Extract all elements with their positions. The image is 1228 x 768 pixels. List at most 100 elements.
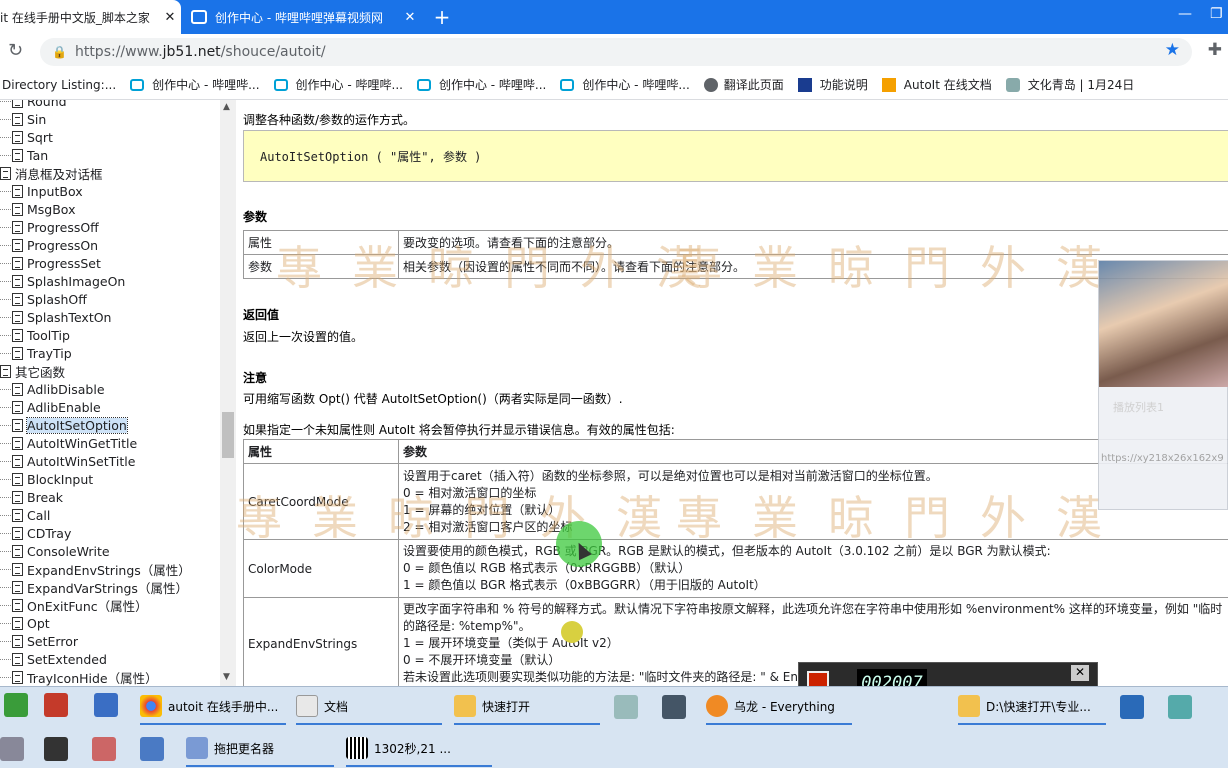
tree-item[interactable]: ProgressSet	[0, 254, 220, 272]
close-icon[interactable]: ✕	[399, 10, 421, 25]
app-icon[interactable]	[0, 737, 24, 761]
bilibili-icon	[273, 78, 288, 91]
search-icon	[706, 695, 728, 717]
tree-item[interactable]: AdlibEnable	[0, 398, 220, 416]
bookmark-qingdao[interactable]: 文化青岛 | 1月24日	[1005, 76, 1134, 93]
tree-item[interactable]: Tan	[0, 146, 220, 164]
app-icon[interactable]	[44, 693, 68, 717]
function-tree: Round Sin Sqrt Tan 消息框及对话框 InputBox MsgBox Prog…	[0, 100, 236, 686]
tree-item[interactable]: SplashOff	[0, 290, 220, 308]
taskbar-quick-open[interactable]: 快速打开	[454, 689, 600, 725]
bookmark-translate[interactable]: 翻译此页面	[703, 76, 784, 93]
video-thumbnail[interactable]	[1099, 261, 1228, 387]
maximize-icon[interactable]: ❐	[1210, 6, 1223, 22]
tree-item-label: InputBox	[27, 183, 83, 199]
tree-line	[0, 281, 11, 282]
tab-bilibili[interactable]: 创作中心 - 哔哩哔哩弹幕视频网 ✕	[183, 0, 421, 34]
document-icon	[12, 184, 23, 198]
recorder-close-button[interactable]: ✕	[1071, 665, 1089, 681]
tree-item-label: SplashImageOn	[27, 273, 126, 289]
taskbar-rename-tool[interactable]: 拖把更名器	[186, 731, 334, 767]
qingdao-icon	[1005, 77, 1020, 92]
app-icon[interactable]	[140, 737, 164, 761]
tree-item[interactable]: ConsoleWrite	[0, 542, 220, 560]
app-icon[interactable]	[1168, 695, 1192, 719]
7zip-icon[interactable]	[44, 737, 68, 761]
tree-item[interactable]: ToolTip	[0, 326, 220, 344]
document-icon	[12, 490, 23, 504]
taskbar-documents[interactable]: 文档	[296, 689, 442, 725]
bookmark-autoit-docs[interactable]: AutoIt 在线文档	[881, 76, 992, 93]
tree-item[interactable]: CDTray	[0, 524, 220, 542]
tree-line	[0, 227, 11, 228]
taskbar-chrome[interactable]: autoit 在线手册中...	[140, 689, 286, 725]
watermark: 專業晾門外漢	[236, 491, 692, 545]
scroll-up-icon[interactable]: ▲	[223, 102, 230, 112]
tree-line	[0, 677, 11, 678]
tree-item[interactable]: ProgressOff	[0, 218, 220, 236]
tree-item[interactable]: Break	[0, 488, 220, 506]
bookmark-directory-listing[interactable]: Directory Listing:...	[2, 78, 116, 92]
tree-line	[0, 245, 11, 246]
app-icon[interactable]	[1120, 695, 1144, 719]
tree-scrollbar[interactable]: ▲ ▼	[220, 100, 236, 686]
tree-item[interactable]: TrayIconHide（属性）	[0, 668, 220, 686]
app-icon[interactable]	[4, 693, 28, 717]
tree-folder[interactable]: 其它函数	[0, 362, 220, 380]
minimize-icon[interactable]: —	[1178, 6, 1192, 22]
floating-player-panel[interactable]: 播放列表1 https://xy218x26x162x9	[1098, 260, 1228, 510]
taskbar-everything[interactable]: 乌龙 - Everything	[706, 689, 852, 725]
tree-item-label: Tan	[27, 147, 49, 163]
tree-item[interactable]: InputBox	[0, 182, 220, 200]
tree-item[interactable]: ExpandVarStrings（属性）	[0, 578, 220, 596]
tree-item-label: ToolTip	[27, 327, 70, 343]
tree-item-label: AutoItSetOption	[26, 416, 128, 434]
bookmark-star-icon[interactable]: ★	[1165, 40, 1180, 60]
bookmark-bilibili-3[interactable]: 创作中心 - 哔哩哔...	[416, 76, 546, 93]
bookmark-bilibili-4[interactable]: 创作中心 - 哔哩哔...	[560, 76, 690, 93]
tree-item[interactable]: AutoItSetOption	[0, 416, 220, 434]
tree-item[interactable]: Sin	[0, 110, 220, 128]
tree-item[interactable]: AutoItWinGetTitle	[0, 434, 220, 452]
app-icon[interactable]	[92, 737, 116, 761]
scroll-thumb[interactable]	[222, 412, 234, 458]
tree-item[interactable]: ProgressOn	[0, 236, 220, 254]
search-app-icon[interactable]	[614, 695, 638, 719]
tree-item[interactable]: OnExitFunc（属性）	[0, 596, 220, 614]
address-bar[interactable]: 🔒 https://www.jb51.net/shouce/autoit/	[40, 38, 1192, 66]
tree-folder[interactable]: 消息框及对话框	[0, 164, 220, 182]
lock-icon[interactable]: 🔒	[52, 45, 67, 59]
extensions-icon[interactable]: ✚	[1208, 40, 1222, 60]
tree-item[interactable]: BlockInput	[0, 470, 220, 488]
bookmark-features[interactable]: 功能说明	[797, 76, 868, 93]
tree-item[interactable]: MsgBox	[0, 200, 220, 218]
tree-item[interactable]: Sqrt	[0, 128, 220, 146]
taskbar-timer[interactable]: 1302秒,21 ...	[346, 731, 492, 767]
tree-item[interactable]: AdlibDisable	[0, 380, 220, 398]
tree-item[interactable]: SetExtended	[0, 650, 220, 668]
reload-icon[interactable]: ↻	[8, 40, 23, 61]
taskbar-explorer-path[interactable]: D:\快速打开\专业...	[958, 689, 1106, 725]
option-name: ExpandEnvStrings	[243, 597, 399, 686]
tree-item[interactable]: Opt	[0, 614, 220, 632]
tree-item[interactable]: SetError	[0, 632, 220, 650]
close-icon[interactable]: ✕	[159, 10, 181, 25]
tree-item[interactable]: TrayTip	[0, 344, 220, 362]
tree-item[interactable]: SplashImageOn	[0, 272, 220, 290]
document-icon	[12, 652, 23, 666]
bookmark-bilibili-1[interactable]: 创作中心 - 哔哩哔...	[130, 76, 260, 93]
tree-item-label: Sqrt	[27, 129, 53, 145]
bilibili-icon	[130, 78, 145, 91]
url-text[interactable]: https://www.jb51.net/shouce/autoit/	[75, 44, 326, 60]
tree-item[interactable]: AutoItWinSetTitle	[0, 452, 220, 470]
tree-item[interactable]: Round	[0, 100, 220, 110]
tree-item[interactable]: Call	[0, 506, 220, 524]
tab-autoit-manual[interactable]: it 在线手册中文版_脚本之家 ✕	[0, 0, 181, 34]
new-tab-button[interactable]: +	[430, 5, 454, 29]
bookmark-bilibili-2[interactable]: 创作中心 - 哔哩哔...	[273, 76, 403, 93]
scroll-down-icon[interactable]: ▼	[223, 672, 230, 682]
tree-item[interactable]: SplashTextOn	[0, 308, 220, 326]
app-icon[interactable]	[94, 693, 118, 717]
tree-item[interactable]: ExpandEnvStrings（属性）	[0, 560, 220, 578]
window-app-icon[interactable]	[662, 695, 686, 719]
